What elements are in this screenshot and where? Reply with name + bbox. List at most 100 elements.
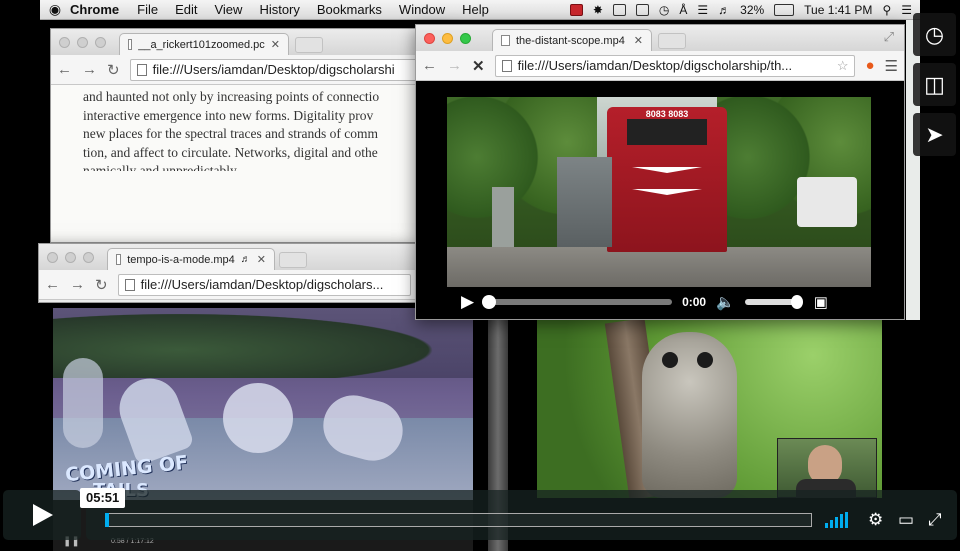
volume-icon[interactable]: 🔈 [716,293,735,311]
play-button[interactable] [3,490,81,540]
chevron-stripe [632,189,702,219]
address-bar[interactable]: file:///Users/iamdan/Desktop/digscholars… [129,58,443,81]
owl-body [642,332,737,498]
airplay-icon[interactable]: ▭ [898,510,914,530]
apple-icon[interactable]: ◉ [40,1,70,18]
back-icon[interactable]: ← [57,61,72,78]
window-titlebar[interactable]: the-distant-scope.mp4 ✕ ⤢ [416,25,904,51]
forward-icon[interactable]: → [447,57,462,74]
pdf-blank [51,165,449,242]
menu-app-name[interactable]: Chrome [70,2,119,17]
url-text: file:///Users/iamdan/Desktop/digscholars… [152,62,395,77]
menu-history[interactable]: History [259,2,299,17]
address-bar[interactable]: file:///Users/iamdan/Desktop/digscholars… [117,273,411,296]
browser-window-pdf[interactable]: __a_rickert101zoomed.pc ✕ ← → ↻ file:///… [50,28,450,243]
close-button[interactable] [47,252,58,263]
menu-file[interactable]: File [137,2,158,17]
url-text: file:///Users/iamdan/Desktop/digscholars… [140,277,384,292]
clock[interactable]: Tue 1:41 PM [804,3,872,17]
stop-icon[interactable]: ✕ [472,57,485,75]
play-icon[interactable]: ▶ [461,292,474,312]
settings-icon[interactable]: ⚙ [868,510,883,530]
volume-bars[interactable] [825,512,848,528]
window-titlebar[interactable]: tempo-is-a-mode.mp4 ♬ ✕ [39,244,417,270]
address-bar[interactable]: file:///Users/iamdan/Desktop/digscholars… [494,54,856,77]
tab-distant-scope[interactable]: the-distant-scope.mp4 ✕ [492,29,652,51]
close-tab-icon[interactable]: ✕ [271,38,280,51]
tab-title: __a_rickert101zoomed.pc [138,38,265,51]
reload-icon[interactable]: ↻ [107,61,120,79]
menu-view[interactable]: View [214,2,242,17]
new-tab-button[interactable] [295,37,323,53]
tab-tempo[interactable]: tempo-is-a-mode.mp4 ♬ ✕ [107,248,275,270]
text-line: and haunted not only by increasing point… [83,89,380,104]
extension-icon[interactable]: ● [865,57,874,74]
zoom-button[interactable] [95,37,106,48]
back-icon[interactable]: ← [45,276,60,293]
page-icon [124,278,135,291]
spotlight-icon[interactable]: ⚲ [882,3,891,17]
new-tab-button[interactable] [279,252,307,268]
close-tab-icon[interactable]: ✕ [257,253,266,266]
menu-help[interactable]: Help [462,2,489,17]
seek-thumb[interactable] [482,295,497,309]
fullscreen-icon[interactable]: ▣ [814,293,828,311]
owl-eye [662,352,678,368]
bookmark-star-icon[interactable]: ☆ [837,58,849,74]
zoom-button[interactable] [460,33,471,44]
bluetooth-icon[interactable]: Å [679,3,687,17]
volume-bar [825,523,828,528]
new-tab-button[interactable] [658,33,686,49]
notification-center-icon[interactable]: ☰ [901,3,912,17]
forward-icon[interactable]: → [82,61,97,78]
tab-pdf[interactable]: __a_rickert101zoomed.pc ✕ [119,33,289,55]
menu-icon[interactable]: ☰ [885,57,898,75]
menu-edit[interactable]: Edit [175,2,197,17]
volume-thumb[interactable] [790,295,803,309]
wifi-icon[interactable]: ☰ [697,3,708,17]
cab-windows [627,119,707,145]
time-machine-icon[interactable]: ◷ [659,3,669,17]
menu-bookmarks[interactable]: Bookmarks [317,2,382,17]
close-button[interactable] [424,33,435,44]
forward-icon[interactable]: → [70,276,85,293]
chat-icon[interactable] [612,3,626,16]
pdf-page: and haunted not only by increasing point… [51,85,449,171]
airplay-icon[interactable] [635,3,649,16]
video-train[interactable]: 8083 8083 [447,97,871,287]
window-controls [59,37,106,48]
browser-toolbar: ← → ↻ file:///Users/iamdan/Desktop/digsc… [51,55,449,85]
timeline-played [105,513,109,527]
minimize-button[interactable] [77,37,88,48]
watch-later-button[interactable]: ◷ [913,13,956,56]
minimize-button[interactable] [442,33,453,44]
page-icon [501,59,512,72]
timeline[interactable] [105,513,812,527]
minimize-button[interactable] [65,252,76,263]
video-owl[interactable] [537,320,882,498]
close-tab-icon[interactable]: ✕ [634,34,643,47]
gear-status-icon[interactable]: ✸ [593,3,603,17]
close-button[interactable] [59,37,70,48]
browser-window-tempo[interactable]: tempo-is-a-mode.mp4 ♬ ✕ ← → ↻ file:///Us… [38,243,418,303]
collections-button[interactable]: ◫ [913,63,956,106]
reload-icon[interactable]: ↻ [95,276,108,294]
battery-icon[interactable] [774,3,795,16]
volume-slider[interactable] [744,295,803,309]
browser-window-distant-scope[interactable]: the-distant-scope.mp4 ✕ ⤢ ← → ✕ file:///… [415,24,905,320]
fullscreen-icon[interactable]: ⤢ [928,510,942,530]
browser-toolbar: ← → ✕ file:///Users/iamdan/Desktop/digsc… [416,51,904,81]
volume-icon[interactable]: ♬ [718,3,730,17]
share-button[interactable]: ➤ [913,113,956,156]
video-dancers[interactable]: COMING OF TAILS [53,308,473,500]
window-titlebar[interactable]: __a_rickert101zoomed.pc ✕ [51,29,449,55]
seek-bar[interactable] [482,295,673,309]
menu-window[interactable]: Window [399,2,445,17]
volume-bar [845,512,848,528]
fullscreen-icon[interactable]: ⤢ [884,29,894,45]
record-icon[interactable] [569,3,583,16]
back-icon[interactable]: ← [422,57,437,74]
zoom-button[interactable] [83,252,94,263]
tab-title: the-distant-scope.mp4 [516,34,625,47]
battery-percent[interactable]: 32% [740,3,764,17]
